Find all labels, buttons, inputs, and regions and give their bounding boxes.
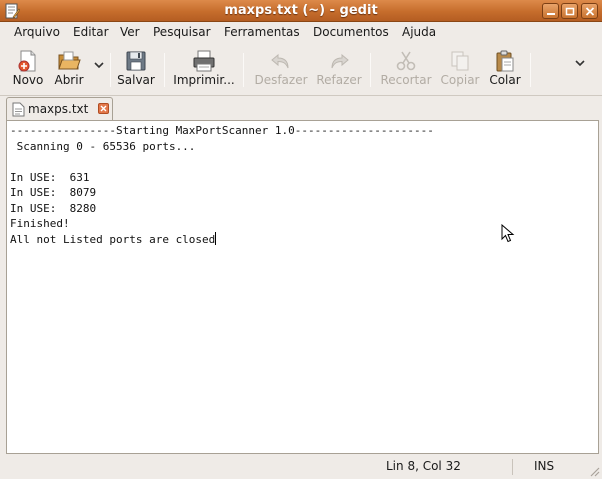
redo-label: Refazer <box>316 73 362 87</box>
text-line: In USE: 8280 <box>10 201 97 215</box>
cut-button[interactable]: Recortar <box>378 43 434 95</box>
undo-button[interactable]: Desfazer <box>252 43 310 95</box>
redo-icon <box>331 53 349 69</box>
text-line: Scanning 0 - 65536 ports... <box>10 139 196 153</box>
minimize-button[interactable] <box>542 3 559 19</box>
document-tabs: maxps.txt <box>0 96 602 120</box>
redo-button[interactable]: Refazer <box>314 43 364 95</box>
close-button[interactable] <box>581 3 598 19</box>
toolbar-separator <box>110 53 111 87</box>
toolbar-separator <box>370 53 371 87</box>
toolbar-separator <box>243 53 244 87</box>
title-bar[interactable]: maxps.txt (~) - gedit <box>0 0 602 22</box>
tab-maxps-txt[interactable]: maxps.txt <box>6 97 113 120</box>
toolbar-separator <box>164 53 165 87</box>
toolbar-separator <box>530 53 531 87</box>
new-label: Novo <box>12 73 44 87</box>
tab-label: maxps.txt <box>28 102 89 116</box>
minimize-icon <box>547 13 555 15</box>
undo-icon <box>271 53 289 69</box>
status-separator <box>512 459 513 475</box>
copy-button[interactable]: Copiar <box>438 43 482 95</box>
paste-button[interactable]: Colar <box>486 43 524 95</box>
insert-mode: INS <box>534 459 555 473</box>
menu-ferramentas[interactable]: Ferramentas <box>224 25 300 39</box>
text-line: In USE: 8079 <box>10 186 97 199</box>
printer-icon <box>193 50 215 72</box>
window-title: maxps.txt (~) - gedit <box>224 3 378 18</box>
text-line: Finished! <box>10 217 70 230</box>
chevron-down-icon <box>575 60 585 67</box>
print-label: Imprimir... <box>173 73 235 87</box>
mouse-pointer-icon <box>501 224 515 243</box>
copy-icon <box>451 51 469 71</box>
editor-text[interactable]: ----------------Starting MaxPortScanner … <box>10 123 434 247</box>
paste-label: Colar <box>489 73 521 87</box>
menu-documentos[interactable]: Documentos <box>313 25 389 39</box>
maximize-icon <box>565 7 575 16</box>
maximize-button[interactable] <box>561 3 578 19</box>
save-disk-icon <box>126 51 146 71</box>
open-recent-dropdown[interactable] <box>90 43 108 95</box>
copy-label: Copiar <box>440 73 480 87</box>
status-bar: Lin 8, Col 32 INS <box>0 456 602 479</box>
open-label: Abrir <box>54 73 84 87</box>
print-button[interactable]: Imprimir... <box>172 43 236 95</box>
close-tab-icon[interactable] <box>98 103 109 114</box>
chevron-down-icon <box>94 62 104 69</box>
new-button[interactable]: Novo <box>6 43 50 95</box>
menu-bar: Arquivo Editar Ver Pesquisar Ferramentas… <box>0 22 602 43</box>
text-caret <box>215 231 217 245</box>
text-line: In USE: 631 <box>10 170 90 184</box>
text-line: All not Listed ports are closed <box>10 232 216 246</box>
text-editor[interactable]: ----------------Starting MaxPortScanner … <box>6 120 599 454</box>
menu-pesquisar[interactable]: Pesquisar <box>153 25 211 39</box>
save-button[interactable]: Salvar <box>114 43 158 95</box>
resize-grip-icon[interactable] <box>588 465 600 477</box>
cursor-position: Lin 8, Col 32 <box>386 459 461 473</box>
menu-arquivo[interactable]: Arquivo <box>14 25 60 39</box>
toolbar: Novo Abrir Salvar Imprimir... Desfazer R… <box>0 43 602 96</box>
paste-clipboard-icon <box>496 50 514 72</box>
close-icon <box>585 7 595 16</box>
toolbar-overflow-button[interactable] <box>570 43 590 95</box>
text-line: ----------------Starting MaxPortScanner … <box>10 124 434 137</box>
cut-label: Recortar <box>380 73 432 87</box>
scissors-icon <box>396 51 416 71</box>
menu-ver[interactable]: Ver <box>120 25 140 39</box>
open-folder-icon <box>58 51 81 70</box>
undo-label: Desfazer <box>254 73 308 87</box>
new-document-icon <box>18 50 36 72</box>
text-document-icon <box>12 102 25 117</box>
open-button[interactable]: Abrir <box>50 43 88 95</box>
menu-ajuda[interactable]: Ajuda <box>402 25 436 39</box>
menu-editar[interactable]: Editar <box>73 25 109 39</box>
save-label: Salvar <box>117 73 155 87</box>
